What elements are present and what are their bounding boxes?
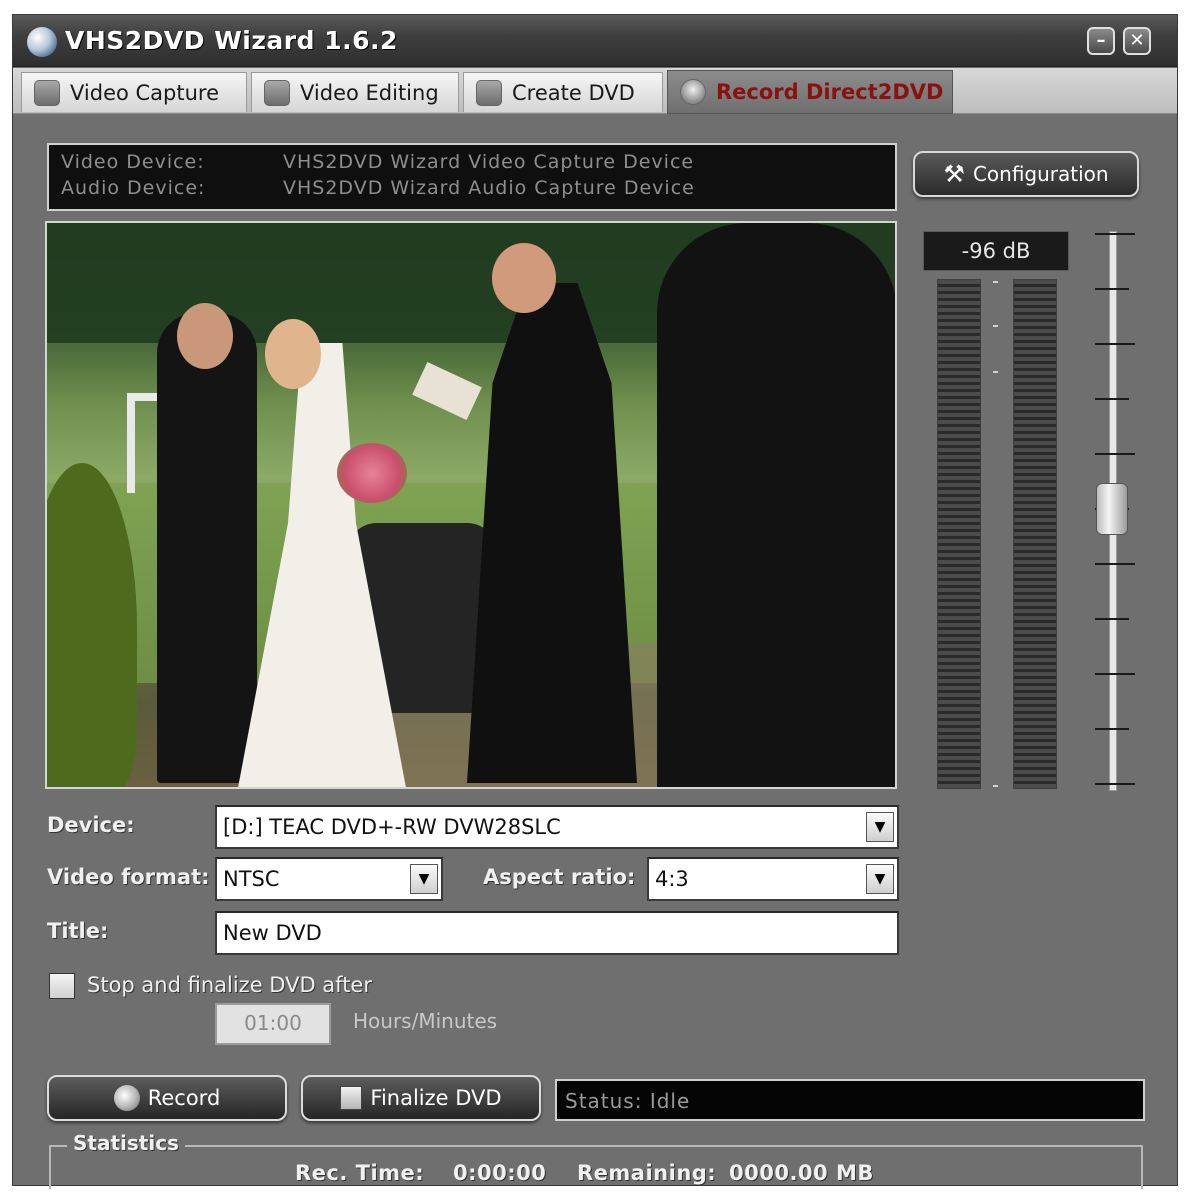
tab-strip: Video Capture Video Editing Create DVD R… [13, 68, 1177, 114]
preview-foreground-figure [657, 223, 895, 787]
app-window: VHS2DVD Wizard 1.6.2 – ✕ Video Capture V… [12, 14, 1178, 1189]
aspect-ratio-select[interactable]: 4:3 ▼ [647, 857, 899, 901]
device-info-panel: Video Device: VHS2DVD Wizard Video Captu… [47, 143, 897, 211]
wrench-icon: ⚒ [943, 160, 965, 188]
tab-video-editing[interactable]: Video Editing [251, 72, 459, 112]
remaining-value: 0000.00 MB [729, 1161, 874, 1185]
video-format-select[interactable]: NTSC ▼ [215, 857, 443, 901]
app-logo-icon [27, 27, 57, 57]
minimize-button[interactable]: – [1087, 27, 1115, 55]
video-format-value: NTSC [223, 867, 280, 891]
slider-tick [1095, 398, 1129, 400]
device-select[interactable]: [D:] TEAC DVD+-RW DVW28SLC ▼ [215, 805, 899, 849]
device-select-value: [D:] TEAC DVD+-RW DVW28SLC [223, 815, 561, 839]
slider-tick [1095, 563, 1135, 565]
video-editing-icon [264, 79, 290, 106]
slider-tick [1095, 288, 1129, 290]
slider-tick [1095, 343, 1135, 345]
record-direct-icon [680, 79, 706, 105]
statistics-legend: Statistics [67, 1131, 185, 1155]
dvd-disc-icon [476, 79, 502, 106]
tab-label: Video Editing [300, 80, 439, 105]
aspect-ratio-value: 4:3 [655, 867, 689, 891]
preview-book [412, 362, 482, 420]
rec-time-label: Rec. Time: [295, 1161, 425, 1185]
close-button[interactable]: ✕ [1123, 27, 1151, 55]
audio-meter-right [1013, 279, 1057, 789]
audio-meter-scale [993, 279, 999, 789]
video-device-row: Video Device: VHS2DVD Wizard Video Captu… [61, 151, 883, 177]
aspect-ratio-label: Aspect ratio: [483, 865, 636, 889]
device-label: Device: [47, 813, 135, 837]
slider-tick [1095, 618, 1129, 620]
slider-tick [1095, 233, 1135, 235]
configuration-button[interactable]: ⚒ Configuration [913, 151, 1139, 197]
status-display: Status: Idle [555, 1079, 1145, 1121]
rec-time-value: 0:00:00 [453, 1161, 547, 1185]
audio-level-readout: -96 dB [923, 231, 1069, 271]
tab-create-dvd[interactable]: Create DVD [463, 72, 663, 112]
audio-device-row: Audio Device: VHS2DVD Wizard Audio Captu… [61, 177, 883, 203]
audio-meter-left [937, 279, 981, 789]
record-icon [113, 1085, 140, 1111]
stop-finalize-label: Stop and finalize DVD after [87, 973, 372, 997]
window-title: VHS2DVD Wizard 1.6.2 [65, 26, 398, 55]
video-preview [45, 221, 897, 789]
tab-label: Record Direct2DVD [716, 80, 944, 104]
video-capture-icon [34, 79, 60, 106]
record-button[interactable]: Record [47, 1075, 287, 1121]
preview-officiant-head [492, 243, 556, 313]
slider-tick [1095, 728, 1129, 730]
record-label: Record [147, 1086, 221, 1110]
chevron-down-icon[interactable]: ▼ [866, 812, 894, 842]
tab-label: Create DVD [512, 80, 635, 105]
video-format-label: Video format: [47, 865, 210, 889]
video-device-value: VHS2DVD Wizard Video Capture Device [283, 151, 695, 173]
tab-label: Video Capture [70, 80, 220, 105]
preview-officiant [467, 283, 637, 783]
statistics-group: Statistics Rec. Time: 0:00:00 Remaining:… [49, 1131, 1143, 1189]
remaining-label: Remaining: [577, 1161, 717, 1185]
volume-slider-thumb[interactable] [1096, 483, 1128, 535]
audio-device-label: Audio Device: [61, 177, 206, 199]
time-unit-hint: Hours/Minutes [353, 1009, 498, 1033]
stop-finalize-checkbox[interactable] [49, 973, 75, 999]
video-device-label: Video Device: [61, 151, 205, 173]
preview-groom-head [177, 303, 233, 369]
finalize-label: Finalize DVD [370, 1086, 502, 1110]
preview-groom [157, 313, 257, 783]
preview-bouquet [337, 443, 407, 503]
tab-video-capture[interactable]: Video Capture [21, 72, 247, 112]
finalize-disc-icon [340, 1086, 363, 1110]
preview-bride-head [265, 319, 321, 389]
finalize-time-input[interactable]: 01:00 [215, 1003, 331, 1045]
title-label: Title: [47, 919, 109, 943]
chevron-down-icon[interactable]: ▼ [866, 864, 894, 894]
slider-tick [1095, 783, 1135, 785]
finalize-dvd-button[interactable]: Finalize DVD [301, 1075, 541, 1121]
audio-device-value: VHS2DVD Wizard Audio Capture Device [283, 177, 695, 199]
slider-tick [1095, 453, 1135, 455]
title-bar[interactable]: VHS2DVD Wizard 1.6.2 – ✕ [13, 15, 1177, 67]
slider-tick [1095, 673, 1135, 675]
title-input[interactable]: New DVD [215, 911, 899, 955]
configuration-label: Configuration [972, 162, 1109, 186]
tab-record-direct2dvd[interactable]: Record Direct2DVD [667, 70, 953, 114]
chevron-down-icon[interactable]: ▼ [410, 864, 438, 894]
